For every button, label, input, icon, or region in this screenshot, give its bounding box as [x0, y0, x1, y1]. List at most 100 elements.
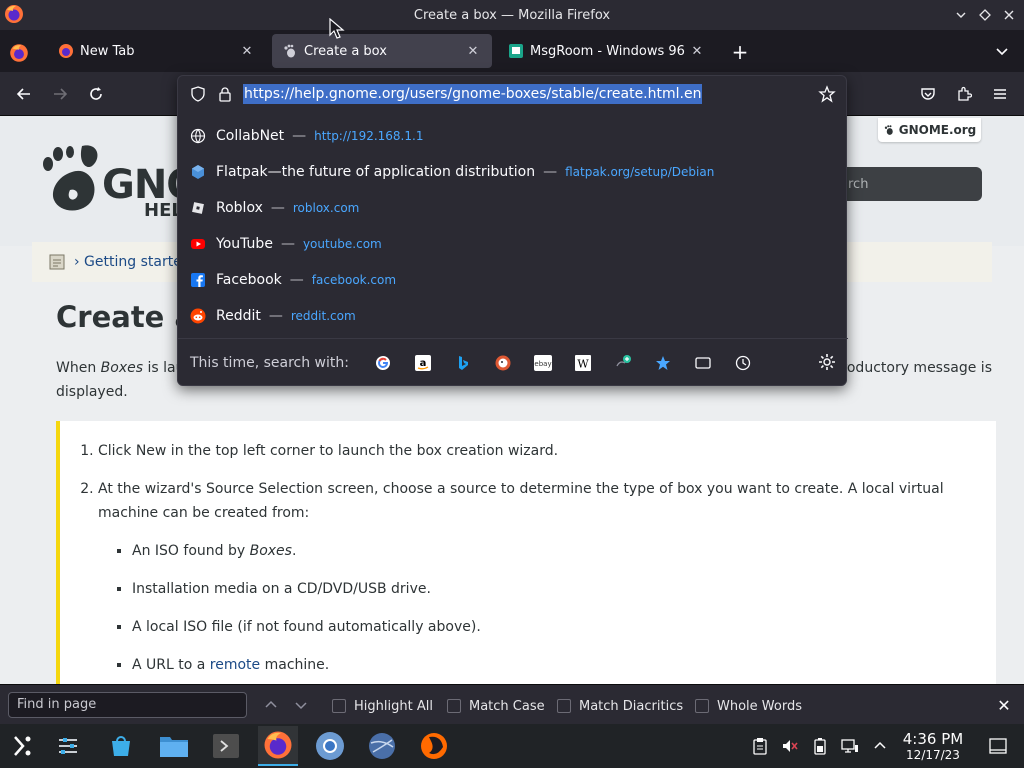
close-find-bar-icon[interactable]: ✕ [994, 695, 1014, 715]
suggestion-title: Facebook [216, 272, 282, 288]
show-desktop-icon[interactable] [988, 736, 1008, 756]
maximize-icon[interactable] [976, 6, 994, 24]
ui-term: Source Selection [205, 481, 324, 497]
forward-arrow-icon[interactable] [46, 80, 74, 108]
suggestion-title: Flatpak—the future of application distri… [216, 164, 536, 180]
show-hidden-tray-icon[interactable] [870, 736, 890, 756]
taskbar-firefox-icon[interactable] [258, 726, 298, 766]
find-in-page-input[interactable]: Find in page [8, 692, 247, 718]
bookmarks-icon[interactable] [643, 348, 683, 378]
lock-icon[interactable] [217, 86, 233, 102]
tabs-icon[interactable] [683, 348, 723, 378]
suggestion-row[interactable]: Facebook — facebook.com [178, 262, 848, 298]
firefox-view-icon[interactable] [8, 42, 30, 64]
file-manager-icon[interactable] [154, 726, 194, 766]
duckduckgo-icon[interactable] [483, 348, 523, 378]
close-tab-icon[interactable]: ✕ [464, 42, 482, 60]
suggestion-row[interactable]: Roblox — roblox.com [178, 190, 848, 226]
firefox-favicon-icon [59, 44, 73, 58]
network-icon[interactable] [840, 736, 860, 756]
hamburger-menu-icon[interactable] [986, 80, 1014, 108]
clipboard-icon[interactable] [750, 736, 770, 756]
bing-icon[interactable] [443, 348, 483, 378]
tab-msgroom[interactable]: MsgRoom - Windows 96 Cl ✕ [498, 34, 716, 68]
suggestion-url: reddit.com [290, 309, 356, 323]
match-case-label: Match Case [469, 698, 545, 714]
suggestion-title: YouTube [216, 236, 273, 252]
back-arrow-icon[interactable] [10, 80, 38, 108]
tracking-protection-shield-icon[interactable] [190, 86, 206, 102]
highlight-all-checkbox[interactable]: Highlight All [332, 696, 433, 716]
url-input[interactable]: https://help.gnome.org/users/gnome-boxes… [243, 84, 703, 104]
reddit-icon [190, 308, 206, 324]
clock-time: 4:36 PM [902, 730, 964, 748]
ui-term: New [135, 443, 167, 459]
tab-strip: New Tab ✕ Create a box ✕ MsgRoom - Windo… [0, 30, 1024, 72]
step-item: At the wizard's Source Selection screen,… [98, 477, 988, 677]
thunderbird-bird-icon[interactable] [414, 726, 454, 766]
close-tab-icon[interactable]: ✕ [688, 42, 706, 60]
find-bar: Find in page Highlight All Match Case Ma… [0, 684, 1024, 724]
match-diacritics-checkbox[interactable]: Match Diacritics [557, 696, 683, 716]
suggestion-url: http://192.168.1.1 [314, 129, 424, 143]
urlbar[interactable]: https://help.gnome.org/users/gnome-boxes… [178, 76, 848, 112]
highlight-all-label: Highlight All [354, 698, 433, 714]
reload-icon[interactable] [82, 80, 110, 108]
minimize-icon[interactable] [952, 6, 970, 24]
add-engine-icon[interactable] [603, 348, 643, 378]
volume-muted-icon[interactable] [780, 736, 800, 756]
checkbox-box[interactable] [332, 699, 346, 713]
checkbox-box[interactable] [557, 699, 571, 713]
match-diacritics-label: Match Diacritics [579, 698, 684, 714]
terminal-icon[interactable] [206, 726, 246, 766]
tab-create-a-box[interactable]: Create a box ✕ [272, 34, 492, 68]
discover-store-icon[interactable] [101, 726, 141, 766]
mouse-cursor-icon [329, 18, 345, 39]
suggestion-title: Roblox [216, 200, 263, 216]
chromium-icon[interactable] [310, 726, 350, 766]
suggestion-url: youtube.com [302, 237, 382, 251]
checkbox-box[interactable] [695, 699, 709, 713]
battery-icon[interactable] [810, 736, 830, 756]
close-window-icon[interactable] [1000, 6, 1018, 24]
list-text: . [291, 543, 297, 559]
wikipedia-icon[interactable]: W [563, 348, 603, 378]
web-browser-globe-icon[interactable] [362, 726, 402, 766]
tab-new-tab[interactable]: New Tab ✕ [48, 34, 266, 68]
breadcrumb-link[interactable]: › Getting started [74, 254, 191, 270]
remote-link[interactable]: remote [210, 657, 260, 673]
suggestion-row[interactable]: Flatpak—the future of application distri… [178, 154, 848, 190]
google-icon[interactable] [363, 348, 403, 378]
taskbar-clock[interactable]: 4:36 PM 12/17/23 [900, 730, 966, 763]
suggestion-title: Reddit [216, 308, 261, 324]
find-previous-icon[interactable] [261, 695, 281, 715]
system-settings-icon[interactable] [48, 726, 88, 766]
extensions-icon[interactable] [950, 80, 978, 108]
pocket-icon[interactable] [914, 80, 942, 108]
whole-words-checkbox[interactable]: Whole Words [695, 696, 802, 716]
amazon-icon[interactable]: a [403, 348, 443, 378]
list-item: A URL to a remote machine. [132, 653, 988, 677]
window-title: Create a box — Mozilla Firefox [413, 7, 611, 23]
suggestion-row[interactable]: YouTube — youtube.com [178, 226, 848, 262]
match-case-checkbox[interactable]: Match Case [447, 696, 545, 716]
help-home-icon[interactable] [48, 253, 66, 271]
tab-label: MsgRoom - Windows 96 Cl [530, 43, 688, 59]
list-text: An ISO found by [132, 543, 250, 559]
find-next-icon[interactable] [291, 695, 311, 715]
list-all-tabs-icon[interactable] [994, 43, 1014, 63]
search-settings-gear-icon[interactable] [818, 353, 836, 371]
gnome-org-link[interactable]: GNOME.org [878, 118, 981, 142]
bookmark-star-icon[interactable] [818, 85, 836, 103]
close-tab-icon[interactable]: ✕ [238, 42, 256, 60]
checkbox-box[interactable] [447, 699, 461, 713]
app-launcher-icon[interactable] [2, 726, 42, 766]
suggestion-row[interactable]: Reddit — reddit.com [178, 298, 848, 334]
suggestion-row[interactable]: CollabNet — http://192.168.1.1 [178, 118, 848, 154]
urlbar-dropdown: https://help.gnome.org/users/gnome-boxes… [177, 75, 848, 386]
steps-list: Click New in the top left corner to laun… [98, 439, 988, 684]
whole-words-label: Whole Words [717, 698, 802, 714]
ebay-icon[interactable]: ebay [523, 348, 563, 378]
history-icon[interactable] [723, 348, 763, 378]
new-tab-plus-icon[interactable]: + [730, 42, 750, 63]
